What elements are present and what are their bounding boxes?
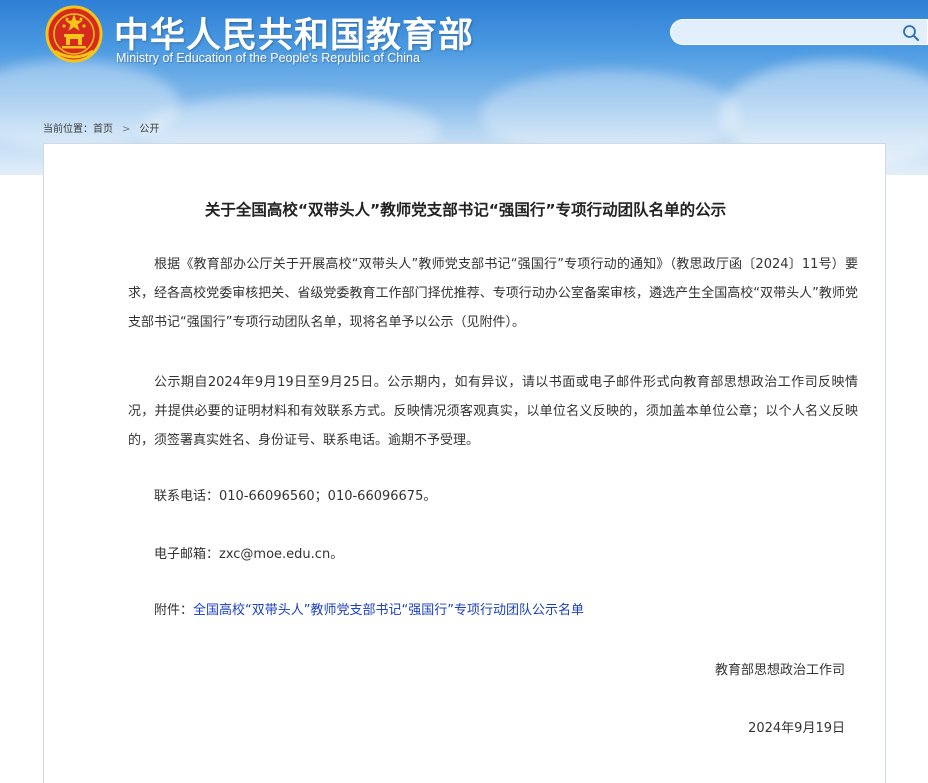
attachment-label: 附件： — [154, 603, 194, 618]
article-title: 关于全国高校“双带头人”教师党支部书记“强国行”专项行动团队名单的公示 — [204, 201, 727, 219]
article-paragraph-period: 公示期自2024年9月19日至9月25日。公示期内，如有异议，请以书面或电子邮件… — [128, 375, 858, 448]
signature-date: 2024年9月19日 — [748, 721, 845, 736]
contact-phone: 联系电话：010-66096560；010-66096675。 — [154, 489, 437, 504]
breadcrumb-separator: > — [122, 124, 131, 135]
site-title-en: Ministry of Education of the People's Re… — [116, 51, 420, 65]
search-icon[interactable] — [901, 23, 921, 43]
national-emblem-icon[interactable] — [45, 5, 103, 65]
breadcrumb-label: 当前位置： — [43, 124, 93, 135]
attachment-link[interactable]: 全国高校“双带头人”教师党支部书记“强国行”专项行动团队公示名单 — [193, 603, 584, 618]
article-paragraph-basis: 根据《教育部办公厅关于开展高校“双带头人”教师党支部书记“强国行”专项行动的通知… — [128, 257, 858, 330]
article-container: 关于全国高校“双带头人”教师党支部书记“强国行”专项行动团队名单的公示 根据《教… — [43, 143, 886, 783]
breadcrumb-home-link[interactable]: 首页 — [93, 124, 113, 135]
signature-org: 教育部思想政治工作司 — [714, 663, 845, 678]
breadcrumb-public-link[interactable]: 公开 — [139, 124, 159, 135]
search-input[interactable] — [685, 22, 899, 44]
attachment-line: 附件：全国高校“双带头人”教师党支部书记“强国行”专项行动团队公示名单 — [128, 596, 858, 625]
breadcrumb: 当前位置：首页 > 公开 — [43, 120, 159, 135]
search-box — [670, 19, 928, 45]
contact-email: 电子邮箱：zxc@moe.edu.cn。 — [154, 547, 344, 562]
